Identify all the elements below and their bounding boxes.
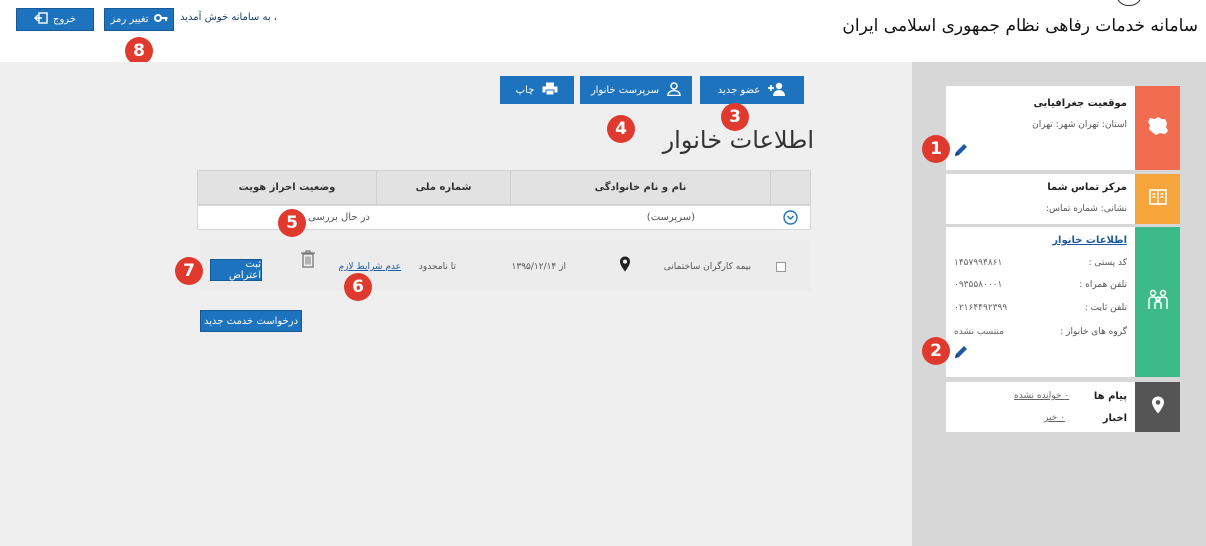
phone-value: ۰۲۱۶۴۴۹۲۳۹۹ [954, 303, 1008, 313]
edit-geo-pencil-icon[interactable] [953, 142, 969, 162]
auth-status: در حال بررسی [308, 212, 370, 223]
family-head-button[interactable]: سرپرست خانوار [580, 76, 692, 104]
welcome-text: ، به سامانه خوش آمدید [180, 12, 278, 23]
postal-code-value: ۱۴۵۷۹۹۴۸۶۱ [954, 258, 1003, 268]
book-icon [1148, 189, 1167, 209]
service-name: بیمه کارگران ساختمانی [663, 262, 751, 272]
family-card: اطلاعات خانوار کد پستی : ۱۴۵۷۹۹۴۸۶۱ تلفن… [946, 227, 1180, 377]
family-card-body: اطلاعات خانوار کد پستی : ۱۴۵۷۹۹۴۸۶۱ تلفن… [954, 227, 1127, 377]
service-checkbox[interactable] [776, 262, 786, 272]
contact-card: مرکز تماس شما نشانی: شماره تماس: [946, 174, 1180, 224]
family-groups-row: گروه های خانوار : منتسب نشده [954, 327, 1127, 341]
mobile-value: ۰۹۳۵۵۸۰۰۰۱ [954, 280, 1003, 290]
messages-row: پیام ها ۰ خوانده نشده [954, 391, 1127, 405]
location-pin-icon[interactable] [619, 256, 631, 275]
contact-card-body: مرکز تماس شما نشانی: شماره تماس: [954, 174, 1127, 224]
callout-badge-5: 5 [278, 209, 306, 237]
geo-value: استان: تهران شهر: تهران [1032, 120, 1127, 130]
conditions-link[interactable]: عدم شرایط لازم [339, 262, 402, 272]
geo-title: موقعیت جغرافیایی [1033, 98, 1127, 109]
family-table-header: نام و نام خانوادگی شماره ملی وضعیت احراز… [197, 170, 811, 205]
key-icon [153, 13, 168, 26]
new-service-request-button[interactable]: درخواست خدمت جدید [200, 310, 302, 332]
family-groups-value: منتسب نشده [954, 327, 1004, 337]
callout-badge-7: 7 [175, 257, 203, 285]
callout-badge-4: 4 [607, 115, 635, 143]
news-value[interactable]: ۰ خبر [1044, 413, 1065, 423]
iran-map-icon [1147, 116, 1169, 140]
postal-code-label: کد پستی : [1088, 258, 1127, 268]
change-password-button[interactable]: تغییر رمز [104, 8, 174, 31]
family-icon [1147, 289, 1168, 315]
contact-title: مرکز تماس شما [1047, 182, 1127, 193]
callout-badge-6: 6 [344, 273, 372, 301]
top-bar: سامانه خدمات رفاهی نظام جمهوری اسلامی ای… [0, 0, 1206, 65]
column-header-auth-status: وضعیت احراز هویت [238, 182, 336, 193]
trash-icon[interactable] [300, 250, 316, 271]
geo-card-body: موقعیت جغرافیایی استان: تهران شهر: تهران [954, 86, 1127, 170]
printer-icon [542, 82, 558, 99]
expand-circle-icon[interactable] [783, 210, 798, 228]
print-button[interactable]: چاپ [500, 76, 574, 104]
page-title: اطلاعات خانوار [662, 126, 814, 154]
service-from-date: از ۱۳۹۵/۱۲/۱۴ [511, 262, 566, 272]
member-name: (سرپرست) [646, 212, 695, 223]
location-pin-icon [1151, 396, 1165, 418]
geo-strip [1135, 86, 1180, 170]
edit-family-pencil-icon[interactable] [953, 344, 969, 364]
messages-card: پیام ها ۰ خوانده نشده اخبار ۰ خبر [946, 382, 1180, 432]
contact-value: نشانی: شماره تماس: [1045, 204, 1127, 214]
phone-label: تلفن ثابت : [1084, 303, 1127, 313]
select-column-header [770, 171, 810, 204]
logout-label: خروج [53, 14, 76, 25]
add-user-icon [768, 82, 786, 99]
service-row: بیمه کارگران ساختمانی از ۱۳۹۵/۱۲/۱۴ تا ن… [200, 240, 811, 290]
objection-button[interactable]: ثبت اعتراض [210, 259, 262, 281]
brand-title: سامانه خدمات رفاهی نظام جمهوری اسلامی ای… [842, 16, 1198, 36]
column-header-national-id: شماره ملی [376, 171, 510, 204]
messages-card-body: پیام ها ۰ خوانده نشده اخبار ۰ خبر [954, 382, 1127, 432]
new-member-button[interactable]: عضو جدید [700, 76, 804, 104]
postal-code-row: کد پستی : ۱۴۵۷۹۹۴۸۶۱ [954, 258, 1127, 272]
news-row: اخبار ۰ خبر [954, 413, 1127, 427]
person-icon [667, 81, 681, 99]
messages-label: پیام ها [1093, 391, 1127, 402]
family-title[interactable]: اطلاعات خانوار [1052, 235, 1127, 246]
family-strip [1135, 227, 1180, 377]
callout-badge-8: 8 [125, 37, 153, 65]
phone-row: تلفن ثابت : ۰۲۱۶۴۴۹۲۳۹۹ [954, 303, 1127, 317]
change-password-label: تغییر رمز [110, 14, 149, 25]
messages-strip [1135, 382, 1180, 432]
family-groups-label: گروه های خانوار : [1060, 327, 1127, 337]
new-member-label: عضو جدید [717, 84, 761, 96]
family-head-label: سرپرست خانوار [590, 84, 660, 96]
column-header-name: نام و نام خانوادگی [510, 171, 770, 204]
callout-badge-2: 2 [922, 337, 950, 365]
messages-value[interactable]: ۰ خوانده نشده [1014, 391, 1069, 401]
callout-badge-1: 1 [922, 135, 950, 163]
news-label: اخبار [1102, 413, 1127, 424]
service-to-date: تا نامحدود [418, 262, 456, 272]
emblem-icon [1116, 0, 1142, 6]
print-label: چاپ [515, 84, 535, 96]
contact-strip [1135, 174, 1180, 224]
logout-button[interactable]: خروج [16, 8, 94, 31]
mobile-row: تلفن همراه : ۰۹۳۵۵۸۰۰۰۱ [954, 280, 1127, 294]
geo-card: موقعیت جغرافیایی استان: تهران شهر: تهران [946, 86, 1180, 170]
mobile-label: تلفن همراه : [1079, 280, 1127, 290]
logout-icon [34, 12, 48, 27]
